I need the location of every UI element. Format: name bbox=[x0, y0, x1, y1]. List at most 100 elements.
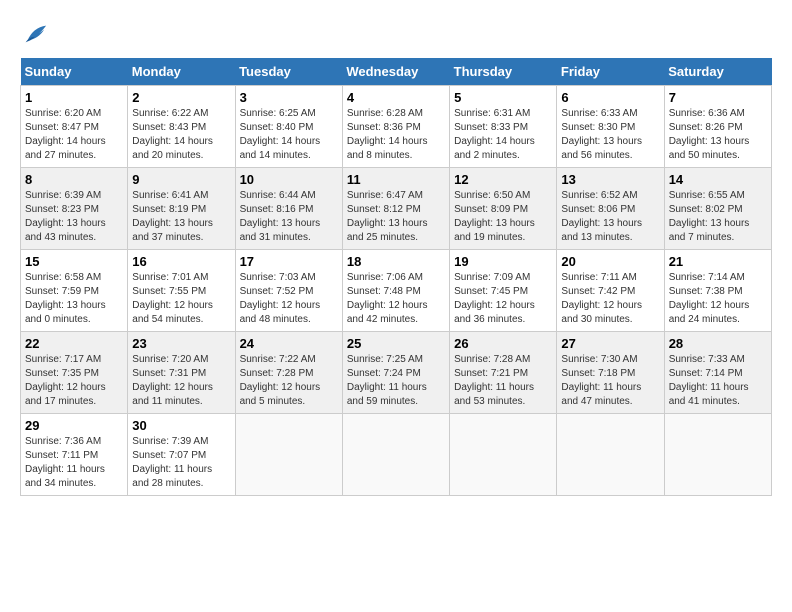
calendar-cell: 28 Sunrise: 7:33 AM Sunset: 7:14 PM Dayl… bbox=[664, 332, 771, 414]
calendar-cell: 9 Sunrise: 6:41 AM Sunset: 8:19 PM Dayli… bbox=[128, 168, 235, 250]
calendar-cell: 16 Sunrise: 7:01 AM Sunset: 7:55 PM Dayl… bbox=[128, 250, 235, 332]
calendar-week-row: 22 Sunrise: 7:17 AM Sunset: 7:35 PM Dayl… bbox=[21, 332, 772, 414]
day-info: Sunrise: 6:25 AM Sunset: 8:40 PM Dayligh… bbox=[240, 107, 338, 163]
calendar-table: SundayMondayTuesdayWednesdayThursdayFrid… bbox=[20, 58, 772, 496]
day-info: Sunrise: 6:41 AM Sunset: 8:19 PM Dayligh… bbox=[132, 189, 230, 245]
day-number: 22 bbox=[25, 336, 123, 351]
calendar-header-row: SundayMondayTuesdayWednesdayThursdayFrid… bbox=[21, 58, 772, 86]
day-info: Sunrise: 7:33 AM Sunset: 7:14 PM Dayligh… bbox=[669, 353, 767, 409]
day-number: 9 bbox=[132, 172, 230, 187]
day-number: 4 bbox=[347, 90, 445, 105]
day-info: Sunrise: 6:44 AM Sunset: 8:16 PM Dayligh… bbox=[240, 189, 338, 245]
calendar-week-row: 29 Sunrise: 7:36 AM Sunset: 7:11 PM Dayl… bbox=[21, 414, 772, 496]
day-number: 21 bbox=[669, 254, 767, 269]
day-info: Sunrise: 7:20 AM Sunset: 7:31 PM Dayligh… bbox=[132, 353, 230, 409]
day-info: Sunrise: 7:17 AM Sunset: 7:35 PM Dayligh… bbox=[25, 353, 123, 409]
day-number: 15 bbox=[25, 254, 123, 269]
day-info: Sunrise: 7:03 AM Sunset: 7:52 PM Dayligh… bbox=[240, 271, 338, 327]
day-info: Sunrise: 6:20 AM Sunset: 8:47 PM Dayligh… bbox=[25, 107, 123, 163]
column-header-friday: Friday bbox=[557, 58, 664, 86]
day-number: 20 bbox=[561, 254, 659, 269]
calendar-cell bbox=[450, 414, 557, 496]
day-info: Sunrise: 6:28 AM Sunset: 8:36 PM Dayligh… bbox=[347, 107, 445, 163]
day-number: 19 bbox=[454, 254, 552, 269]
day-info: Sunrise: 7:22 AM Sunset: 7:28 PM Dayligh… bbox=[240, 353, 338, 409]
day-info: Sunrise: 6:31 AM Sunset: 8:33 PM Dayligh… bbox=[454, 107, 552, 163]
logo-icon bbox=[20, 20, 48, 48]
calendar-cell: 29 Sunrise: 7:36 AM Sunset: 7:11 PM Dayl… bbox=[21, 414, 128, 496]
day-number: 16 bbox=[132, 254, 230, 269]
day-number: 30 bbox=[132, 418, 230, 433]
day-info: Sunrise: 7:28 AM Sunset: 7:21 PM Dayligh… bbox=[454, 353, 552, 409]
calendar-cell: 18 Sunrise: 7:06 AM Sunset: 7:48 PM Dayl… bbox=[342, 250, 449, 332]
day-number: 25 bbox=[347, 336, 445, 351]
column-header-thursday: Thursday bbox=[450, 58, 557, 86]
day-number: 26 bbox=[454, 336, 552, 351]
day-number: 23 bbox=[132, 336, 230, 351]
day-number: 24 bbox=[240, 336, 338, 351]
calendar-cell: 30 Sunrise: 7:39 AM Sunset: 7:07 PM Dayl… bbox=[128, 414, 235, 496]
calendar-cell: 5 Sunrise: 6:31 AM Sunset: 8:33 PM Dayli… bbox=[450, 86, 557, 168]
day-info: Sunrise: 7:01 AM Sunset: 7:55 PM Dayligh… bbox=[132, 271, 230, 327]
header bbox=[20, 20, 772, 48]
calendar-cell bbox=[342, 414, 449, 496]
day-info: Sunrise: 6:22 AM Sunset: 8:43 PM Dayligh… bbox=[132, 107, 230, 163]
day-number: 18 bbox=[347, 254, 445, 269]
day-info: Sunrise: 6:39 AM Sunset: 8:23 PM Dayligh… bbox=[25, 189, 123, 245]
calendar-cell: 17 Sunrise: 7:03 AM Sunset: 7:52 PM Dayl… bbox=[235, 250, 342, 332]
day-number: 27 bbox=[561, 336, 659, 351]
column-header-tuesday: Tuesday bbox=[235, 58, 342, 86]
day-info: Sunrise: 6:33 AM Sunset: 8:30 PM Dayligh… bbox=[561, 107, 659, 163]
day-number: 12 bbox=[454, 172, 552, 187]
calendar-cell: 8 Sunrise: 6:39 AM Sunset: 8:23 PM Dayli… bbox=[21, 168, 128, 250]
calendar-cell: 22 Sunrise: 7:17 AM Sunset: 7:35 PM Dayl… bbox=[21, 332, 128, 414]
day-number: 29 bbox=[25, 418, 123, 433]
calendar-cell: 25 Sunrise: 7:25 AM Sunset: 7:24 PM Dayl… bbox=[342, 332, 449, 414]
day-number: 3 bbox=[240, 90, 338, 105]
day-number: 28 bbox=[669, 336, 767, 351]
calendar-cell: 7 Sunrise: 6:36 AM Sunset: 8:26 PM Dayli… bbox=[664, 86, 771, 168]
day-info: Sunrise: 7:11 AM Sunset: 7:42 PM Dayligh… bbox=[561, 271, 659, 327]
calendar-cell: 24 Sunrise: 7:22 AM Sunset: 7:28 PM Dayl… bbox=[235, 332, 342, 414]
calendar-cell: 10 Sunrise: 6:44 AM Sunset: 8:16 PM Dayl… bbox=[235, 168, 342, 250]
day-info: Sunrise: 7:25 AM Sunset: 7:24 PM Dayligh… bbox=[347, 353, 445, 409]
calendar-cell: 15 Sunrise: 6:58 AM Sunset: 7:59 PM Dayl… bbox=[21, 250, 128, 332]
calendar-cell: 26 Sunrise: 7:28 AM Sunset: 7:21 PM Dayl… bbox=[450, 332, 557, 414]
calendar-cell: 12 Sunrise: 6:50 AM Sunset: 8:09 PM Dayl… bbox=[450, 168, 557, 250]
day-info: Sunrise: 6:55 AM Sunset: 8:02 PM Dayligh… bbox=[669, 189, 767, 245]
calendar-cell: 4 Sunrise: 6:28 AM Sunset: 8:36 PM Dayli… bbox=[342, 86, 449, 168]
day-info: Sunrise: 6:58 AM Sunset: 7:59 PM Dayligh… bbox=[25, 271, 123, 327]
logo bbox=[20, 20, 52, 48]
calendar-cell: 13 Sunrise: 6:52 AM Sunset: 8:06 PM Dayl… bbox=[557, 168, 664, 250]
calendar-cell: 2 Sunrise: 6:22 AM Sunset: 8:43 PM Dayli… bbox=[128, 86, 235, 168]
calendar-cell: 19 Sunrise: 7:09 AM Sunset: 7:45 PM Dayl… bbox=[450, 250, 557, 332]
day-number: 8 bbox=[25, 172, 123, 187]
calendar-cell: 21 Sunrise: 7:14 AM Sunset: 7:38 PM Dayl… bbox=[664, 250, 771, 332]
calendar-cell: 11 Sunrise: 6:47 AM Sunset: 8:12 PM Dayl… bbox=[342, 168, 449, 250]
day-info: Sunrise: 7:30 AM Sunset: 7:18 PM Dayligh… bbox=[561, 353, 659, 409]
calendar-cell bbox=[664, 414, 771, 496]
day-number: 14 bbox=[669, 172, 767, 187]
day-number: 10 bbox=[240, 172, 338, 187]
day-info: Sunrise: 6:52 AM Sunset: 8:06 PM Dayligh… bbox=[561, 189, 659, 245]
day-number: 17 bbox=[240, 254, 338, 269]
calendar-cell: 3 Sunrise: 6:25 AM Sunset: 8:40 PM Dayli… bbox=[235, 86, 342, 168]
day-number: 2 bbox=[132, 90, 230, 105]
calendar-cell bbox=[235, 414, 342, 496]
day-number: 13 bbox=[561, 172, 659, 187]
calendar-cell: 23 Sunrise: 7:20 AM Sunset: 7:31 PM Dayl… bbox=[128, 332, 235, 414]
calendar-week-row: 1 Sunrise: 6:20 AM Sunset: 8:47 PM Dayli… bbox=[21, 86, 772, 168]
day-number: 7 bbox=[669, 90, 767, 105]
day-number: 1 bbox=[25, 90, 123, 105]
day-info: Sunrise: 7:36 AM Sunset: 7:11 PM Dayligh… bbox=[25, 435, 123, 491]
day-info: Sunrise: 7:06 AM Sunset: 7:48 PM Dayligh… bbox=[347, 271, 445, 327]
calendar-cell: 6 Sunrise: 6:33 AM Sunset: 8:30 PM Dayli… bbox=[557, 86, 664, 168]
day-number: 5 bbox=[454, 90, 552, 105]
column-header-monday: Monday bbox=[128, 58, 235, 86]
calendar-cell: 1 Sunrise: 6:20 AM Sunset: 8:47 PM Dayli… bbox=[21, 86, 128, 168]
day-number: 6 bbox=[561, 90, 659, 105]
calendar-cell: 14 Sunrise: 6:55 AM Sunset: 8:02 PM Dayl… bbox=[664, 168, 771, 250]
column-header-saturday: Saturday bbox=[664, 58, 771, 86]
calendar-week-row: 15 Sunrise: 6:58 AM Sunset: 7:59 PM Dayl… bbox=[21, 250, 772, 332]
day-info: Sunrise: 7:09 AM Sunset: 7:45 PM Dayligh… bbox=[454, 271, 552, 327]
